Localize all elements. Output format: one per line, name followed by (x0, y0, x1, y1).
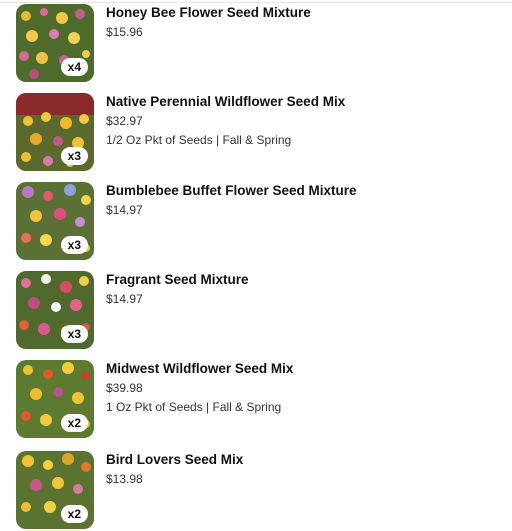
item-info: Native Perennial Wildflower Seed Mix $32… (106, 93, 345, 148)
item-price: $14.97 (106, 203, 143, 217)
product-thumbnail[interactable]: x3 (16, 93, 94, 171)
quantity-badge: x3 (60, 147, 88, 165)
item-price: $32.97 (106, 114, 143, 128)
quantity-badge: x3 (60, 236, 88, 254)
item-info: Honey Bee Flower Seed Mixture $15.96 (106, 4, 311, 40)
item-title[interactable]: Midwest Wildflower Seed Mix (106, 361, 293, 377)
item-price: $14.97 (106, 292, 143, 306)
item-title[interactable]: Bird Lovers Seed Mix (106, 452, 243, 468)
item-price: $15.96 (106, 25, 143, 39)
product-thumbnail[interactable]: x3 (16, 182, 94, 260)
quantity-badge: x4 (60, 58, 88, 76)
product-thumbnail[interactable]: x2 (16, 360, 94, 438)
product-thumbnail[interactable]: x3 (16, 271, 94, 349)
item-title[interactable]: Native Perennial Wildflower Seed Mix (106, 94, 345, 110)
item-title[interactable]: Bumblebee Buffet Flower Seed Mixture (106, 183, 357, 199)
item-info: Bird Lovers Seed Mix $13.98 (106, 451, 243, 487)
item-variant: 1 Oz Pkt of Seeds | Fall & Spring (106, 400, 282, 414)
product-thumbnail[interactable]: x4 (16, 4, 94, 82)
cart-item[interactable]: x3 Bumblebee Buffet Flower Seed Mixture … (16, 182, 506, 262)
cart-item[interactable]: x3 Native Perennial Wildflower Seed Mix … (16, 93, 506, 173)
quantity-badge: x3 (60, 325, 88, 343)
quantity-badge: x2 (60, 505, 88, 523)
item-variant: 1/2 Oz Pkt of Seeds | Fall & Spring (106, 133, 292, 147)
item-price: $39.98 (106, 381, 143, 395)
item-title[interactable]: Honey Bee Flower Seed Mixture (106, 5, 311, 21)
item-info: Fragrant Seed Mixture $14.97 (106, 271, 249, 307)
quantity-badge: x2 (60, 414, 88, 432)
top-divider (0, 2, 512, 3)
product-thumbnail[interactable]: x2 (16, 451, 94, 529)
item-title[interactable]: Fragrant Seed Mixture (106, 272, 249, 288)
item-info: Bumblebee Buffet Flower Seed Mixture $14… (106, 182, 357, 218)
cart-item[interactable]: x4 Honey Bee Flower Seed Mixture $15.96 (16, 4, 506, 84)
item-price: $13.98 (106, 472, 143, 486)
cart-item[interactable]: x2 Midwest Wildflower Seed Mix $39.98 1 … (16, 360, 506, 440)
cart-item[interactable]: x3 Fragrant Seed Mixture $14.97 (16, 271, 506, 351)
cart-item[interactable]: x2 Bird Lovers Seed Mix $13.98 (16, 451, 506, 531)
item-info: Midwest Wildflower Seed Mix $39.98 1 Oz … (106, 360, 293, 415)
